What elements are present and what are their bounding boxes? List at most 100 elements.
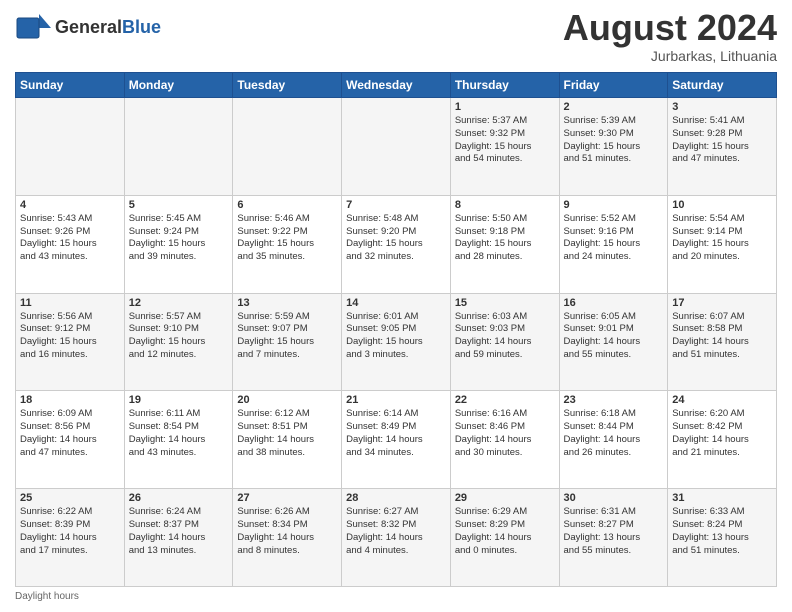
calendar-cell: 5 Sunrise: 5:45 AMSunset: 9:24 PMDaylight… — [124, 195, 233, 293]
day-info: Sunrise: 5:50 AMSunset: 9:18 PMDaylight:… — [455, 213, 555, 264]
day-info: Sunrise: 6:11 AMSunset: 8:54 PMDaylight:… — [129, 408, 229, 459]
day-info: Sunrise: 5:52 AMSunset: 9:16 PMDaylight:… — [564, 213, 664, 264]
calendar-week-5: 25 Sunrise: 6:22 AMSunset: 8:39 PMDayligh… — [16, 489, 777, 587]
day-info: Sunrise: 5:43 AMSunset: 9:26 PMDaylight:… — [20, 213, 120, 264]
day-number: 9 — [564, 199, 664, 211]
calendar-table: Sunday Monday Tuesday Wednesday Thursday… — [15, 72, 777, 587]
calendar-cell: 24Sunrise: 6:20 AMSunset: 8:42 PMDayligh… — [668, 391, 777, 489]
col-monday: Monday — [124, 73, 233, 98]
day-number: 8 — [455, 199, 555, 211]
day-number: 20 — [237, 394, 337, 406]
day-info: Sunrise: 5:59 AMSunset: 9:07 PMDaylight:… — [237, 311, 337, 362]
calendar-cell: 6Sunrise: 5:46 AMSunset: 9:22 PMDaylight… — [233, 195, 342, 293]
day-number: 18 — [20, 394, 120, 406]
day-info: Sunrise: 6:03 AMSunset: 9:03 PMDaylight:… — [455, 311, 555, 362]
day-info: Sunrise: 6:01 AMSunset: 9:05 PMDaylight:… — [346, 311, 446, 362]
day-info: Sunrise: 6:26 AMSunset: 8:34 PMDaylight:… — [237, 506, 337, 557]
day-number: 1 — [455, 101, 555, 113]
day-number: 21 — [346, 394, 446, 406]
day-number: 31 — [672, 492, 772, 504]
logo: GeneralBlue — [15, 10, 161, 46]
calendar-cell: 21 Sunrise: 6:14 AMSunset: 8:49 PMDayligh… — [342, 391, 451, 489]
calendar-cell — [233, 98, 342, 196]
logo-general: General — [55, 17, 122, 37]
calendar-week-1: 1 Sunrise: 5:37 AMSunset: 9:32 PMDaylight… — [16, 98, 777, 196]
day-info: Sunrise: 5:41 AMSunset: 9:28 PMDaylight:… — [672, 115, 772, 166]
daylight-label: Daylight hours — [15, 591, 79, 602]
logo-icon — [15, 10, 51, 46]
footer: Daylight hours — [15, 591, 777, 602]
day-info: Sunrise: 5:39 AMSunset: 9:30 PMDaylight:… — [564, 115, 664, 166]
day-info: Sunrise: 5:56 AMSunset: 9:12 PMDaylight:… — [20, 311, 120, 362]
day-number: 4 — [20, 199, 120, 211]
day-info: Sunrise: 6:33 AMSunset: 8:24 PMDaylight:… — [672, 506, 772, 557]
day-info: Sunrise: 5:37 AMSunset: 9:32 PMDaylight:… — [455, 115, 555, 166]
page: GeneralBlue August 2024 Jurbarkas, Lithu… — [0, 0, 792, 612]
day-number: 2 — [564, 101, 664, 113]
calendar-cell: 14 Sunrise: 6:01 AMSunset: 9:05 PMDayligh… — [342, 293, 451, 391]
calendar-week-4: 18Sunrise: 6:09 AMSunset: 8:56 PMDayligh… — [16, 391, 777, 489]
day-number: 13 — [237, 297, 337, 309]
location: Jurbarkas, Lithuania — [563, 48, 777, 64]
col-saturday: Saturday — [668, 73, 777, 98]
calendar-cell: 27Sunrise: 6:26 AMSunset: 8:34 PMDayligh… — [233, 489, 342, 587]
calendar-cell: 12Sunrise: 5:57 AMSunset: 9:10 PMDayligh… — [124, 293, 233, 391]
day-number: 5 — [129, 199, 229, 211]
day-number: 19 — [129, 394, 229, 406]
calendar-cell: 29 Sunrise: 6:29 AMSunset: 8:29 PMDayligh… — [450, 489, 559, 587]
calendar-cell: 16Sunrise: 6:05 AMSunset: 9:01 PMDayligh… — [559, 293, 668, 391]
day-info: Sunrise: 6:31 AMSunset: 8:27 PMDaylight:… — [564, 506, 664, 557]
calendar-cell: 11Sunrise: 5:56 AMSunset: 9:12 PMDayligh… — [16, 293, 125, 391]
day-number: 10 — [672, 199, 772, 211]
calendar-cell: 31 Sunrise: 6:33 AMSunset: 8:24 PMDayligh… — [668, 489, 777, 587]
day-number: 28 — [346, 492, 446, 504]
day-number: 22 — [455, 394, 555, 406]
calendar-cell: 9 Sunrise: 5:52 AMSunset: 9:16 PMDaylight… — [559, 195, 668, 293]
day-number: 26 — [129, 492, 229, 504]
calendar-cell: 4 Sunrise: 5:43 AMSunset: 9:26 PMDaylight… — [16, 195, 125, 293]
calendar-cell — [16, 98, 125, 196]
header: GeneralBlue August 2024 Jurbarkas, Lithu… — [15, 10, 777, 64]
day-info: Sunrise: 6:12 AMSunset: 8:51 PMDaylight:… — [237, 408, 337, 459]
month-title: August 2024 — [563, 10, 777, 46]
day-number: 17 — [672, 297, 772, 309]
calendar-cell: 10 Sunrise: 5:54 AMSunset: 9:14 PMDayligh… — [668, 195, 777, 293]
calendar-cell: 13 Sunrise: 5:59 AMSunset: 9:07 PMDayligh… — [233, 293, 342, 391]
day-info: Sunrise: 6:22 AMSunset: 8:39 PMDaylight:… — [20, 506, 120, 557]
calendar-cell: 28Sunrise: 6:27 AMSunset: 8:32 PMDayligh… — [342, 489, 451, 587]
calendar-week-3: 11Sunrise: 5:56 AMSunset: 9:12 PMDayligh… — [16, 293, 777, 391]
day-info: Sunrise: 5:46 AMSunset: 9:22 PMDaylight:… — [237, 213, 337, 264]
calendar-cell: 1 Sunrise: 5:37 AMSunset: 9:32 PMDaylight… — [450, 98, 559, 196]
day-number: 23 — [564, 394, 664, 406]
header-row: Sunday Monday Tuesday Wednesday Thursday… — [16, 73, 777, 98]
calendar-cell: 8 Sunrise: 5:50 AMSunset: 9:18 PMDaylight… — [450, 195, 559, 293]
calendar-cell: 25 Sunrise: 6:22 AMSunset: 8:39 PMDayligh… — [16, 489, 125, 587]
day-number: 29 — [455, 492, 555, 504]
calendar-cell: 26 Sunrise: 6:24 AMSunset: 8:37 PMDayligh… — [124, 489, 233, 587]
calendar-cell — [342, 98, 451, 196]
calendar-cell: 20 Sunrise: 6:12 AMSunset: 8:51 PMDayligh… — [233, 391, 342, 489]
day-info: Sunrise: 6:24 AMSunset: 8:37 PMDaylight:… — [129, 506, 229, 557]
day-info: Sunrise: 6:14 AMSunset: 8:49 PMDaylight:… — [346, 408, 446, 459]
col-tuesday: Tuesday — [233, 73, 342, 98]
calendar-cell: 23 Sunrise: 6:18 AMSunset: 8:44 PMDayligh… — [559, 391, 668, 489]
day-info: Sunrise: 6:29 AMSunset: 8:29 PMDaylight:… — [455, 506, 555, 557]
day-info: Sunrise: 5:54 AMSunset: 9:14 PMDaylight:… — [672, 213, 772, 264]
day-info: Sunrise: 5:48 AMSunset: 9:20 PMDaylight:… — [346, 213, 446, 264]
col-thursday: Thursday — [450, 73, 559, 98]
day-number: 7 — [346, 199, 446, 211]
calendar-cell: 17 Sunrise: 6:07 AMSunset: 8:58 PMDayligh… — [668, 293, 777, 391]
calendar-cell: 15Sunrise: 6:03 AMSunset: 9:03 PMDayligh… — [450, 293, 559, 391]
col-wednesday: Wednesday — [342, 73, 451, 98]
day-info: Sunrise: 6:07 AMSunset: 8:58 PMDaylight:… — [672, 311, 772, 362]
calendar-cell: 3Sunrise: 5:41 AMSunset: 9:28 PMDaylight… — [668, 98, 777, 196]
day-number: 16 — [564, 297, 664, 309]
day-info: Sunrise: 5:45 AMSunset: 9:24 PMDaylight:… — [129, 213, 229, 264]
day-number: 14 — [346, 297, 446, 309]
calendar-cell: 2 Sunrise: 5:39 AMSunset: 9:30 PMDaylight… — [559, 98, 668, 196]
logo-blue: Blue — [122, 17, 161, 37]
day-info: Sunrise: 6:18 AMSunset: 8:44 PMDaylight:… — [564, 408, 664, 459]
day-info: Sunrise: 6:16 AMSunset: 8:46 PMDaylight:… — [455, 408, 555, 459]
day-number: 25 — [20, 492, 120, 504]
title-area: August 2024 Jurbarkas, Lithuania — [563, 10, 777, 64]
